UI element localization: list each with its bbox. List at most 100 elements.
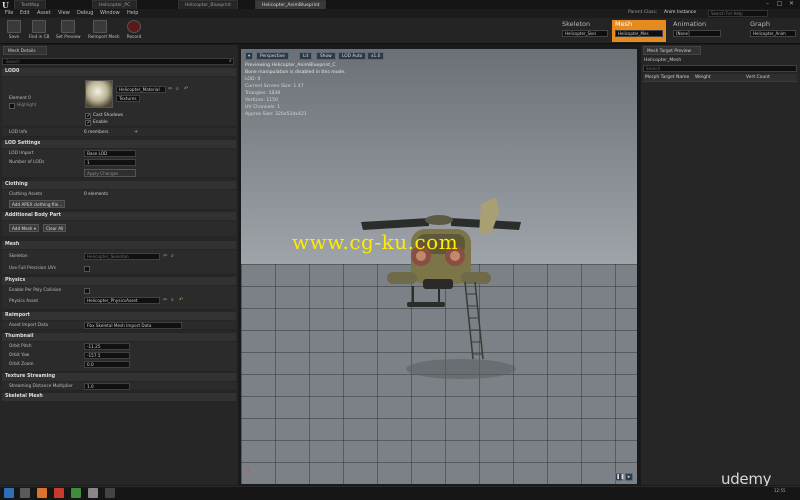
apply-changes-button[interactable]: Apply Changes	[84, 169, 136, 177]
cast-shadows-checkbox[interactable]	[85, 113, 91, 119]
browse-icon[interactable]: ⌕	[176, 87, 181, 92]
browse-icon[interactable]: ⌕	[171, 298, 176, 303]
use-selected-icon[interactable]: ⇦	[163, 254, 168, 259]
tab-testmap[interactable]: TestMap	[14, 0, 47, 9]
physics-asset-select[interactable]: Helicopter_PhysicsAsset	[84, 297, 160, 304]
section-mesh[interactable]: Mesh	[2, 241, 236, 249]
add-mesh-button[interactable]: Add Mesh ▾	[9, 224, 39, 232]
playback-speed-button[interactable]: x1.0	[367, 52, 385, 60]
animation-select[interactable]: [None]	[673, 30, 721, 37]
orbit-zoom-input[interactable]: 0.0	[84, 361, 130, 368]
preview-info-line: Previewing Helicopter_AnimBlueprint_C	[245, 63, 336, 68]
asset-import-select[interactable]: Fbx Skeletal Mesh Import Data	[84, 322, 182, 329]
section-reimport[interactable]: Reimport	[2, 312, 236, 320]
set-preview-button[interactable]: Set Preview	[56, 19, 81, 43]
tab-helicopter-blueprint[interactable]: Helicopter_Blueprint	[178, 0, 238, 9]
textures-dropdown[interactable]: Textures	[116, 95, 140, 102]
mode-animation[interactable]: Animation [None]	[673, 20, 721, 42]
browser-icon[interactable]	[54, 488, 64, 498]
column-morph-target-name[interactable]: Morph Target Name	[645, 75, 689, 80]
tab-mesh-target-preview[interactable]: Mesh Target Preview	[643, 46, 701, 55]
section-skeletal-mesh[interactable]: Skeletal Mesh	[2, 393, 236, 401]
menu-help[interactable]: Help	[127, 10, 138, 17]
mode-name: Animation	[673, 20, 707, 28]
perspective-button[interactable]: Perspective	[256, 52, 289, 60]
menu-edit[interactable]: Edit	[20, 10, 30, 17]
set-preview-icon	[61, 20, 75, 33]
enable-checkbox[interactable]	[85, 120, 91, 126]
help-search-input[interactable]: Search For Help	[708, 10, 768, 17]
reset-icon[interactable]: ↶	[179, 298, 184, 303]
mesh-select[interactable]: Helicopter_Mes	[615, 30, 663, 37]
unreal-taskbar-icon[interactable]	[88, 488, 98, 498]
record-button[interactable]: Record	[122, 19, 146, 43]
show-button[interactable]: Show	[316, 52, 336, 60]
maximize-icon[interactable]: □	[775, 0, 784, 8]
parent-class-value[interactable]: Anim Instance	[664, 10, 696, 15]
chrome-icon[interactable]	[71, 488, 81, 498]
lod-auto-button[interactable]: LOD Auto	[338, 52, 367, 60]
app-icon[interactable]	[105, 488, 115, 498]
preview-viewport[interactable]: ▾ Perspective Lit Show LOD Auto x1.0 Pre…	[241, 49, 637, 484]
minimize-icon[interactable]: –	[763, 0, 772, 8]
orbit-pitch-label: Orbit Pitch	[9, 344, 32, 349]
menu-debug[interactable]: Debug	[77, 10, 93, 17]
browse-icon[interactable]: ⌕	[171, 254, 176, 259]
section-title: Thumbnail	[5, 334, 34, 339]
highlight-checkbox[interactable]	[9, 103, 15, 109]
section-thumbnail[interactable]: Thumbnail	[2, 333, 236, 341]
start-icon[interactable]	[4, 488, 14, 498]
use-selected-icon[interactable]: ⇦	[163, 298, 168, 303]
full-precision-checkbox[interactable]	[84, 266, 90, 272]
explorer-icon[interactable]	[20, 488, 30, 498]
menu-file[interactable]: File	[5, 10, 13, 17]
orbit-pitch-input[interactable]: -11.25	[84, 343, 130, 350]
material-select[interactable]: Helicopter_Material	[116, 86, 166, 93]
section-additional-body-part[interactable]: Additional Body Part	[2, 212, 236, 220]
per-poly-checkbox[interactable]	[84, 288, 90, 294]
morph-search-input[interactable]: Search	[643, 65, 797, 72]
reset-icon[interactable]: ↶	[184, 87, 189, 92]
menu-window[interactable]: Window	[100, 10, 120, 17]
clear-all-button[interactable]: Clear All	[43, 224, 67, 232]
add-apex-clothing-button[interactable]: Add APEX clothing file...	[9, 200, 66, 208]
pause-icon[interactable]: ❚❚	[615, 473, 624, 481]
material-thumbnail[interactable]	[85, 80, 113, 108]
mode-mesh[interactable]: Mesh Helicopter_Mes	[612, 20, 666, 42]
play-icon[interactable]: ▸	[625, 473, 633, 481]
column-weight[interactable]: Weight	[695, 75, 711, 80]
section-lod0[interactable]: LOD0	[2, 68, 236, 76]
section-clothing[interactable]: Clothing	[2, 181, 236, 189]
menu-asset[interactable]: Asset	[37, 10, 51, 17]
orbit-yaw-input[interactable]: -157.5	[84, 352, 130, 359]
lod-import-select[interactable]: Base LOD	[84, 150, 136, 157]
save-button[interactable]: Save	[2, 19, 26, 43]
app-icon[interactable]	[37, 488, 47, 498]
lit-button[interactable]: Lit	[299, 52, 313, 60]
section-texture-streaming[interactable]: Texture Streaming	[2, 373, 236, 381]
section-physics[interactable]: Physics	[2, 277, 236, 285]
num-lods-input[interactable]: 1	[84, 159, 136, 166]
find-in-cb-button[interactable]: Find in CB	[27, 19, 51, 43]
asset-import-label: Asset Import Data	[9, 323, 48, 328]
preview-info-line: LOD: 0	[245, 77, 261, 82]
close-icon[interactable]: ✕	[787, 0, 796, 8]
lod-import-label: LOD Import	[9, 151, 34, 156]
tab-label: Helicopter_PC	[99, 3, 131, 8]
mode-skeleton[interactable]: Skeleton Helicopter_Skel	[562, 20, 608, 42]
skeleton-select[interactable]: Helicopter_Skel	[562, 30, 608, 37]
tab-helicopter-pc[interactable]: Helicopter_PC	[92, 0, 138, 9]
tab-mesh-details[interactable]: Mesh Details	[3, 46, 47, 55]
column-vert-count[interactable]: Vert Count	[746, 75, 770, 80]
use-selected-icon[interactable]: ⇦	[168, 87, 173, 92]
add-icon[interactable]: +	[134, 130, 139, 135]
graph-select[interactable]: Helicopter_Anim	[750, 30, 796, 37]
tab-helicopter-animblueprint[interactable]: Helicopter_AnimBlueprint	[255, 0, 327, 9]
reimport-mesh-button[interactable]: Reimport Mesh	[88, 19, 119, 43]
section-lod-settings[interactable]: LOD Settings	[2, 140, 236, 148]
menu-view[interactable]: View	[58, 10, 70, 17]
mode-graph[interactable]: Graph Helicopter_Anim	[750, 20, 796, 42]
details-search-input[interactable]: Search	[2, 58, 234, 65]
viewport-options-button[interactable]: ▾	[245, 52, 254, 60]
streaming-multiplier-input[interactable]: 1.0	[84, 383, 130, 390]
